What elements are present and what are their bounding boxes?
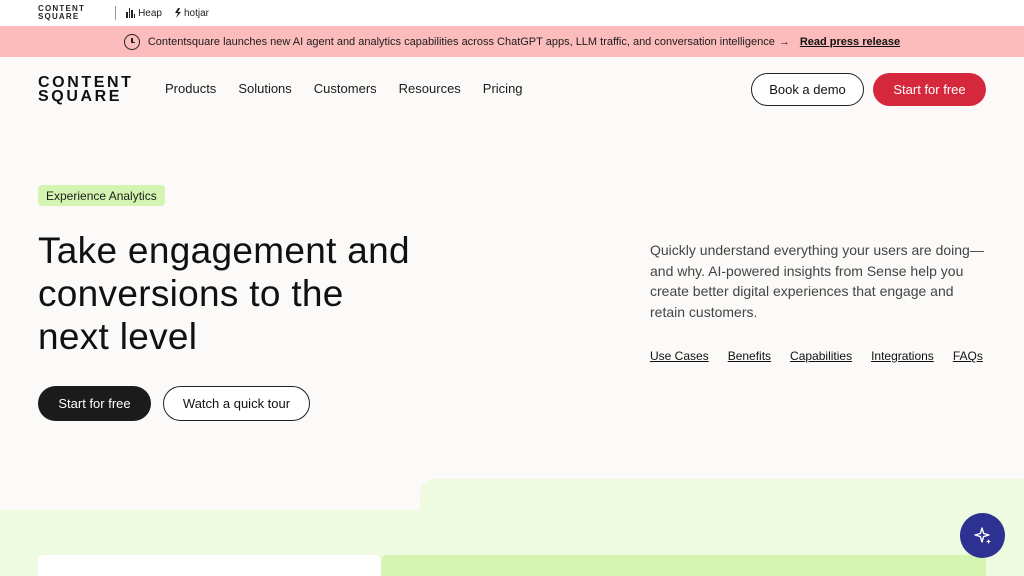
nav-item-products[interactable]: Products: [165, 81, 216, 96]
contentsquare-mini-logo[interactable]: CONTENT SQUARE: [38, 5, 85, 21]
contentsquare-logo[interactable]: CONTENT SQUARE: [38, 75, 134, 105]
ai-assistant-button[interactable]: [960, 513, 1005, 558]
anchor-capabilities[interactable]: Capabilities: [790, 349, 852, 363]
nav-item-solutions[interactable]: Solutions: [238, 81, 291, 96]
nav-item-customers[interactable]: Customers: [314, 81, 377, 96]
brand-divider: [115, 6, 117, 20]
anchor-use-cases[interactable]: Use Cases: [650, 349, 709, 363]
anchor-faqs[interactable]: FAQs: [953, 349, 983, 363]
nav-menu: Products Solutions Customers Resources P…: [165, 81, 523, 96]
nav-item-pricing[interactable]: Pricing: [483, 81, 523, 96]
heap-logo[interactable]: Heap: [126, 8, 162, 19]
section-anchor-links: Use Cases Benefits Capabilities Integrat…: [650, 349, 983, 363]
clock-icon: [123, 33, 140, 50]
arrow-right-icon: →: [778, 35, 790, 48]
start-free-nav-button[interactable]: Start for free: [873, 73, 986, 106]
main-nav: CONTENT SQUARE Products Solutions Custom…: [0, 57, 1024, 121]
hero-description: Quickly understand everything your users…: [650, 242, 984, 320]
content-card-left: [38, 555, 381, 576]
announcement-text: Contentsquare launches new AI agent and …: [147, 35, 775, 48]
watch-tour-button[interactable]: Watch a quick tour: [163, 386, 310, 421]
content-card-right: [381, 555, 986, 576]
book-demo-button[interactable]: Book a demo: [751, 73, 864, 106]
hotjar-icon: [174, 8, 181, 18]
brand-bar: CONTENT SQUARE Heap hotjar: [0, 0, 1024, 26]
heap-icon: [126, 8, 136, 18]
hotjar-logo[interactable]: hotjar: [174, 8, 209, 19]
anchor-benefits[interactable]: Benefits: [728, 349, 771, 363]
announcement-bar: Contentsquare launches new AI agent and …: [0, 26, 1024, 57]
hero-headline: Take engagement and conversions to the n…: [38, 230, 410, 357]
read-press-release-link[interactable]: Read press release: [800, 36, 900, 48]
nav-item-resources[interactable]: Resources: [399, 81, 461, 96]
anchor-integrations[interactable]: Integrations: [871, 349, 934, 363]
start-free-button[interactable]: Start for free: [38, 386, 151, 421]
sparkle-icon: [973, 526, 991, 544]
category-tag: Experience Analytics: [38, 185, 165, 206]
